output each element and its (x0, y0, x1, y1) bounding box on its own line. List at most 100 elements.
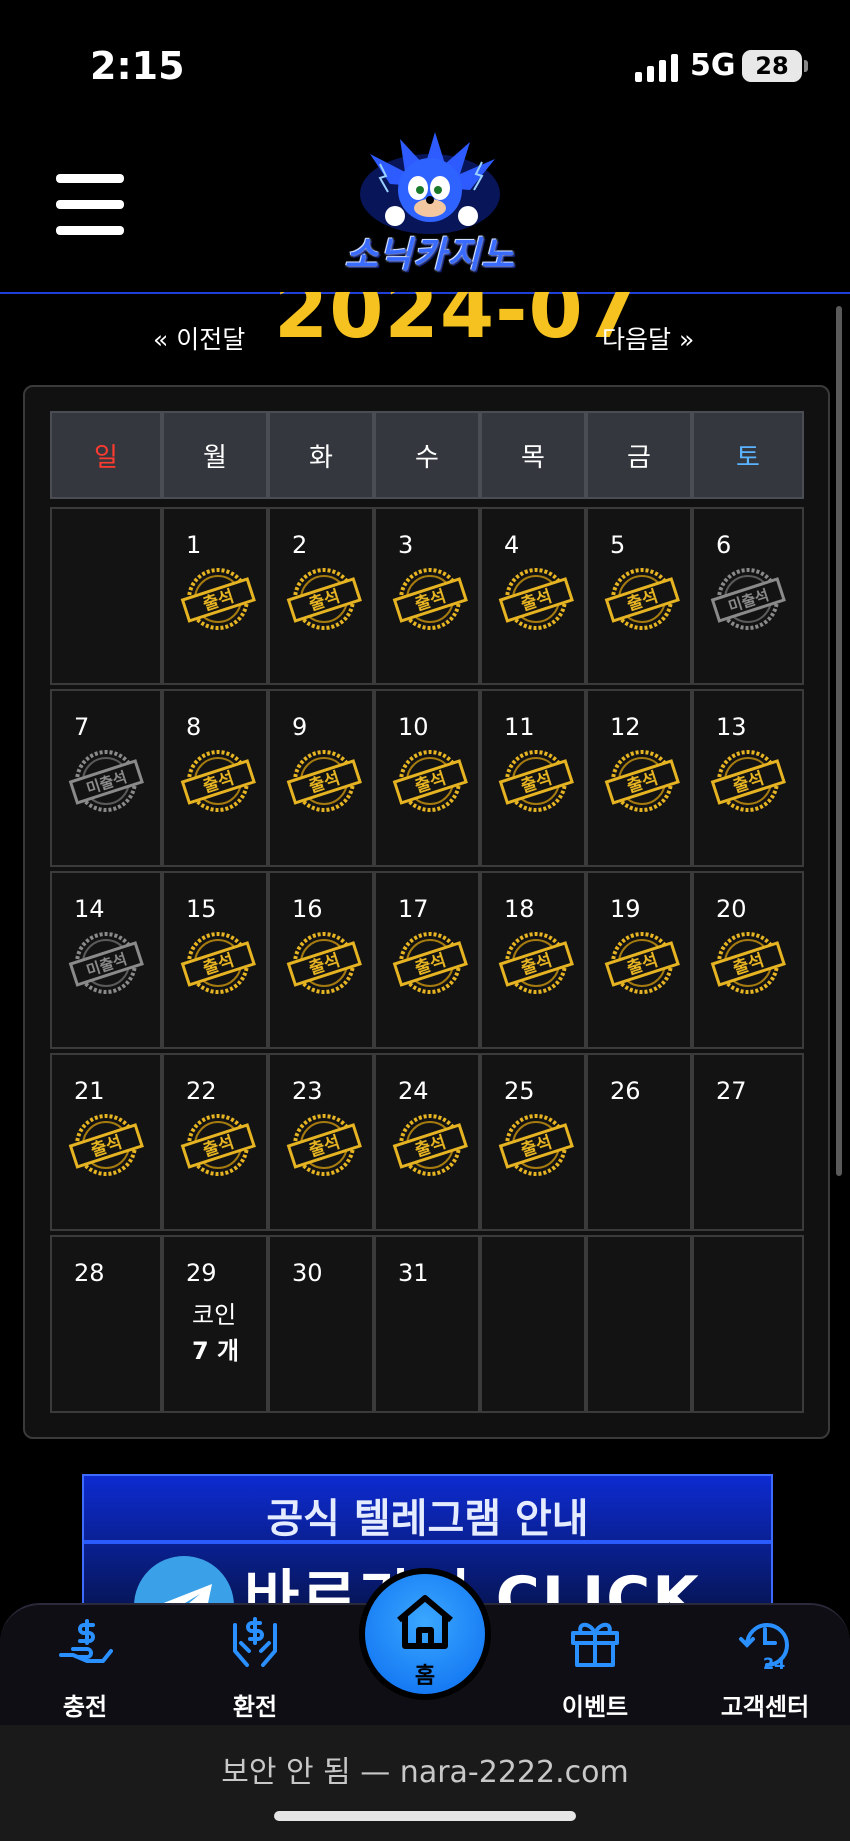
nav-home-label: 홈 (414, 1664, 436, 1689)
weekday-header: 수 (374, 411, 480, 499)
status-bar: 2:15 5G 28 (0, 0, 850, 120)
scrollbar[interactable] (836, 306, 842, 1176)
calendar-day-cell[interactable]: 8 출석 (162, 689, 268, 867)
day-number: 19 (610, 895, 641, 923)
charge-hand-icon (59, 1619, 113, 1663)
calendar-day-cell[interactable]: 18 출석 (480, 871, 586, 1049)
attended-stamp-icon: 출석 (392, 565, 468, 633)
day-number: 22 (186, 1077, 217, 1105)
attended-stamp-icon: 출석 (180, 1111, 256, 1179)
attended-stamp-icon: 출석 (710, 929, 786, 997)
calendar-day-cell[interactable]: 9 출석 (268, 689, 374, 867)
calendar-day-cell (692, 1235, 804, 1413)
site-logo[interactable]: 소닉카지노 (310, 124, 550, 284)
menu-icon[interactable] (56, 174, 124, 236)
day-number: 5 (610, 531, 626, 559)
svg-text:24: 24 (763, 1654, 785, 1671)
calendar-day-cell[interactable]: 1 출석 (162, 507, 268, 685)
calendar-day-cell[interactable]: 20 출석 (692, 871, 804, 1049)
calendar-day-cell[interactable]: 19 출석 (586, 871, 692, 1049)
attended-stamp-icon: 출석 (392, 929, 468, 997)
day-number: 13 (716, 713, 747, 741)
day-number: 6 (716, 531, 732, 559)
day-number: 16 (292, 895, 323, 923)
weekday-header: 일 (50, 411, 162, 499)
calendar-day-cell[interactable]: 10 출석 (374, 689, 480, 867)
calendar-day-cell[interactable]: 26 (586, 1053, 692, 1231)
browser-url-bar[interactable]: 보안 안 됨 — nara-2222.com (0, 1725, 850, 1841)
nav-event-label: 이벤트 (561, 1693, 629, 1721)
nav-exchange[interactable]: 환전 (185, 1605, 325, 1727)
calendar-day-cell[interactable]: 16 출석 (268, 871, 374, 1049)
calendar-day-cell[interactable]: 7 미출석 (50, 689, 162, 867)
status-time: 2:15 (90, 44, 185, 88)
attended-stamp-icon: 출석 (498, 1111, 574, 1179)
attended-stamp-icon: 출석 (604, 747, 680, 815)
day-number: 2 (292, 531, 308, 559)
attended-stamp-icon: 출석 (180, 565, 256, 633)
month-title: 2024-07 (274, 292, 640, 352)
calendar-day-cell[interactable]: 12 출석 (586, 689, 692, 867)
day-number: 29 (186, 1259, 217, 1287)
attended-stamp-icon: 출석 (498, 929, 574, 997)
nav-charge-label: 충전 (62, 1693, 108, 1721)
home-indicator[interactable] (274, 1811, 576, 1821)
attended-stamp-icon: 출석 (392, 1111, 468, 1179)
day-number: 12 (610, 713, 641, 741)
attended-stamp-icon: 출석 (710, 747, 786, 815)
attended-stamp-icon: 출석 (180, 929, 256, 997)
day-number: 14 (74, 895, 105, 923)
day-number: 15 (186, 895, 217, 923)
signal-icon (635, 54, 678, 82)
nav-exchange-label: 환전 (232, 1693, 278, 1721)
attended-stamp-icon: 출석 (498, 565, 574, 633)
nav-charge[interactable]: 충전 (15, 1605, 155, 1727)
calendar-day-cell[interactable]: 13 출석 (692, 689, 804, 867)
nav-home[interactable]: 홈 (359, 1568, 491, 1700)
nav-support[interactable]: 24 고객센터 (695, 1605, 835, 1727)
calendar-day-cell[interactable]: 21 출석 (50, 1053, 162, 1231)
weekday-header: 토 (692, 411, 804, 499)
day-number: 9 (292, 713, 308, 741)
next-month-link[interactable]: 다음달 » (602, 320, 694, 352)
gift-icon (571, 1622, 619, 1667)
calendar-day-cell[interactable]: 4 출석 (480, 507, 586, 685)
calendar-day-cell[interactable]: 30 (268, 1235, 374, 1413)
calendar-day-cell[interactable]: 27 (692, 1053, 804, 1231)
calendar-day-cell[interactable]: 31 (374, 1235, 480, 1413)
site-header: 소닉카지노 (0, 120, 850, 294)
attended-stamp-icon: 출석 (180, 747, 256, 815)
calendar-day-cell[interactable]: 28 (50, 1235, 162, 1413)
missed-stamp-icon: 미출석 (68, 929, 144, 997)
calendar-day-cell[interactable]: 22 출석 (162, 1053, 268, 1231)
nav-support-label: 고객센터 (720, 1693, 810, 1721)
attended-stamp-icon: 출석 (68, 1111, 144, 1179)
calendar-day-cell[interactable]: 29 코인 7 개 (162, 1235, 268, 1413)
calendar-day-cell[interactable]: 3 출석 (374, 507, 480, 685)
attended-stamp-icon: 출석 (286, 747, 362, 815)
attended-stamp-icon: 출석 (604, 565, 680, 633)
coin-label: 코인 (192, 1301, 237, 1329)
calendar-day-cell[interactable]: 24 출석 (374, 1053, 480, 1231)
calendar-day-cell[interactable]: 6 미출석 (692, 507, 804, 685)
prev-month-link[interactable]: « 이전달 (153, 320, 245, 352)
calendar-day-cell[interactable]: 23 출석 (268, 1053, 374, 1231)
calendar-day-cell[interactable]: 14 미출석 (50, 871, 162, 1049)
calendar-day-cell[interactable]: 11 출석 (480, 689, 586, 867)
day-number: 28 (74, 1259, 105, 1287)
calendar-day-cell[interactable]: 25 출석 (480, 1053, 586, 1231)
missed-stamp-icon: 미출석 (68, 747, 144, 815)
nav-event[interactable]: 이벤트 (525, 1605, 665, 1727)
day-number: 25 (504, 1077, 535, 1105)
calendar-day-cell[interactable]: 2 출석 (268, 507, 374, 685)
calendar-day-cell[interactable]: 5 출석 (586, 507, 692, 685)
support-24-icon: 24 (739, 1623, 789, 1671)
calendar-day-cell[interactable]: 17 출석 (374, 871, 480, 1049)
calendar-day-cell[interactable]: 15 출석 (162, 871, 268, 1049)
attended-stamp-icon: 출석 (392, 747, 468, 815)
day-number: 7 (74, 713, 90, 741)
url-text: 보안 안 됨 — nara-2222.com (221, 1755, 629, 1790)
day-number: 24 (398, 1077, 429, 1105)
day-number: 10 (398, 713, 429, 741)
attended-stamp-icon: 출석 (498, 747, 574, 815)
